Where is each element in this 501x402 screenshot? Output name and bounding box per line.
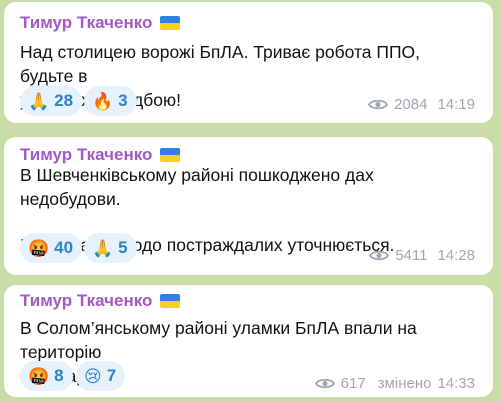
eye-icon bbox=[368, 99, 389, 110]
message-meta: 2084 14:19 bbox=[368, 96, 475, 113]
message-meta: 5411 14:28 bbox=[369, 247, 475, 264]
author-name[interactable]: Тимур Ткаченко bbox=[20, 291, 152, 311]
praying-hands-icon: 🙏 bbox=[28, 91, 50, 111]
edited-label: змінено bbox=[377, 375, 432, 392]
view-count: 617 bbox=[340, 375, 366, 392]
view-count: 5411 bbox=[395, 247, 428, 264]
ukraine-flag-icon bbox=[160, 294, 181, 308]
reaction-count: 3 bbox=[118, 91, 128, 110]
message-bubble[interactable]: Тимур Ткаченко В Шевченківському районі … bbox=[4, 137, 493, 275]
message-author[interactable]: Тимур Ткаченко bbox=[20, 13, 181, 33]
reaction-count: 40 bbox=[54, 238, 74, 257]
reaction-cursing-face[interactable]: 🤬 40 bbox=[20, 233, 83, 263]
message-time: 14:28 bbox=[437, 247, 475, 264]
author-name[interactable]: Тимур Ткаченко bbox=[20, 13, 152, 33]
message-bubble[interactable]: Тимур Ткаченко Над столицею ворожі БпЛА.… bbox=[4, 2, 493, 123]
reaction-fire[interactable]: 🔥 3 bbox=[84, 86, 137, 116]
reaction-crying-face[interactable]: 😢 7 bbox=[76, 361, 126, 391]
fire-icon: 🔥 bbox=[92, 91, 114, 111]
reaction-count: 7 bbox=[106, 366, 117, 385]
cursing-face-icon: 🤬 bbox=[28, 238, 50, 258]
cursing-face-icon: 🤬 bbox=[28, 366, 50, 386]
message-meta: 617 змінено 14:33 bbox=[314, 375, 475, 392]
reaction-count: 5 bbox=[118, 238, 128, 257]
message-line: В Шевченківському районі пошкоджено дах … bbox=[20, 165, 374, 209]
message-time: 14:19 bbox=[437, 96, 475, 113]
message-line: В Солом’янському районі уламки БпЛА впал… bbox=[20, 318, 417, 362]
message-author[interactable]: Тимур Ткаченко bbox=[20, 291, 181, 311]
message-author[interactable]: Тимур Ткаченко bbox=[20, 145, 181, 165]
reaction-praying-hands[interactable]: 🙏 5 bbox=[84, 233, 137, 263]
praying-hands-icon: 🙏 bbox=[92, 238, 114, 258]
message-time: 14:33 bbox=[437, 375, 475, 392]
ukraine-flag-icon bbox=[160, 16, 181, 30]
reaction-praying-hands[interactable]: 🙏 28 bbox=[20, 86, 83, 116]
crying-face-icon: 😢 bbox=[84, 366, 102, 386]
eye-icon bbox=[369, 250, 390, 261]
reaction-cursing-face[interactable]: 🤬 8 bbox=[20, 361, 73, 391]
view-count: 2084 bbox=[394, 96, 428, 113]
message-line: Над столицею ворожі БпЛА. Триває робота … bbox=[20, 42, 421, 86]
reaction-count: 28 bbox=[54, 91, 74, 110]
reaction-count: 8 bbox=[54, 366, 64, 385]
author-name[interactable]: Тимур Ткаченко bbox=[20, 145, 152, 165]
eye-icon bbox=[314, 378, 335, 389]
message-bubble[interactable]: Тимур Ткаченко В Солом’янському районі у… bbox=[4, 285, 493, 397]
ukraine-flag-icon bbox=[160, 148, 181, 162]
